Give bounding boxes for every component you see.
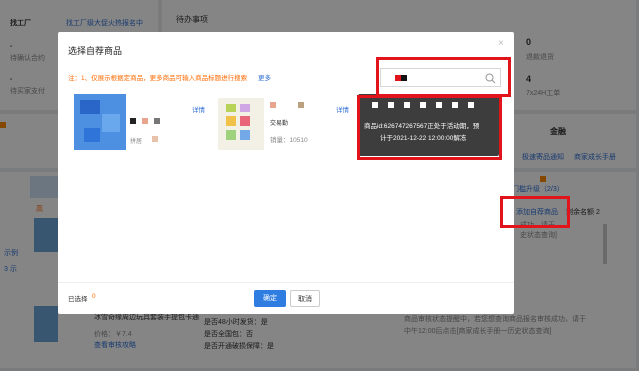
confirm-button[interactable]: 确定 xyxy=(254,290,286,307)
item2-name: 交易勤 xyxy=(270,121,289,127)
selected-count: 0 xyxy=(92,293,96,300)
item2-redacted xyxy=(270,102,276,108)
modal-title: 选择自荐商品 xyxy=(68,46,123,56)
item1-thumbnail[interactable] xyxy=(74,94,126,150)
item1-redacted-2 xyxy=(142,118,148,124)
item1-redacted-4 xyxy=(152,136,158,142)
item1-detail-link[interactable]: 详情 xyxy=(192,104,205,114)
footer-divider xyxy=(58,282,514,283)
item2-thumbnail[interactable] xyxy=(218,98,264,150)
item1-tag: 拼居 xyxy=(130,139,143,145)
annotation-add-goods-highlight xyxy=(500,196,570,228)
cancel-button[interactable]: 取消 xyxy=(290,290,320,307)
modal-notice: 注：1、仅展示根据定商品，更多商品可输入商品标题进行搜索 xyxy=(68,75,248,82)
item1-redacted-3 xyxy=(154,118,160,124)
item2-detail-link[interactable]: 详情 xyxy=(336,104,349,114)
notice-more-link[interactable]: 更多 xyxy=(258,72,271,82)
close-icon[interactable]: × xyxy=(498,38,504,49)
item2-redacted-2 xyxy=(298,102,304,108)
item1-redacted xyxy=(130,118,136,124)
annotation-tooltip-highlight xyxy=(357,95,502,160)
selected-label: 已选择 xyxy=(68,296,88,303)
annotation-search-highlight xyxy=(376,57,511,97)
item2-sales: 销量：10510 xyxy=(270,137,308,144)
